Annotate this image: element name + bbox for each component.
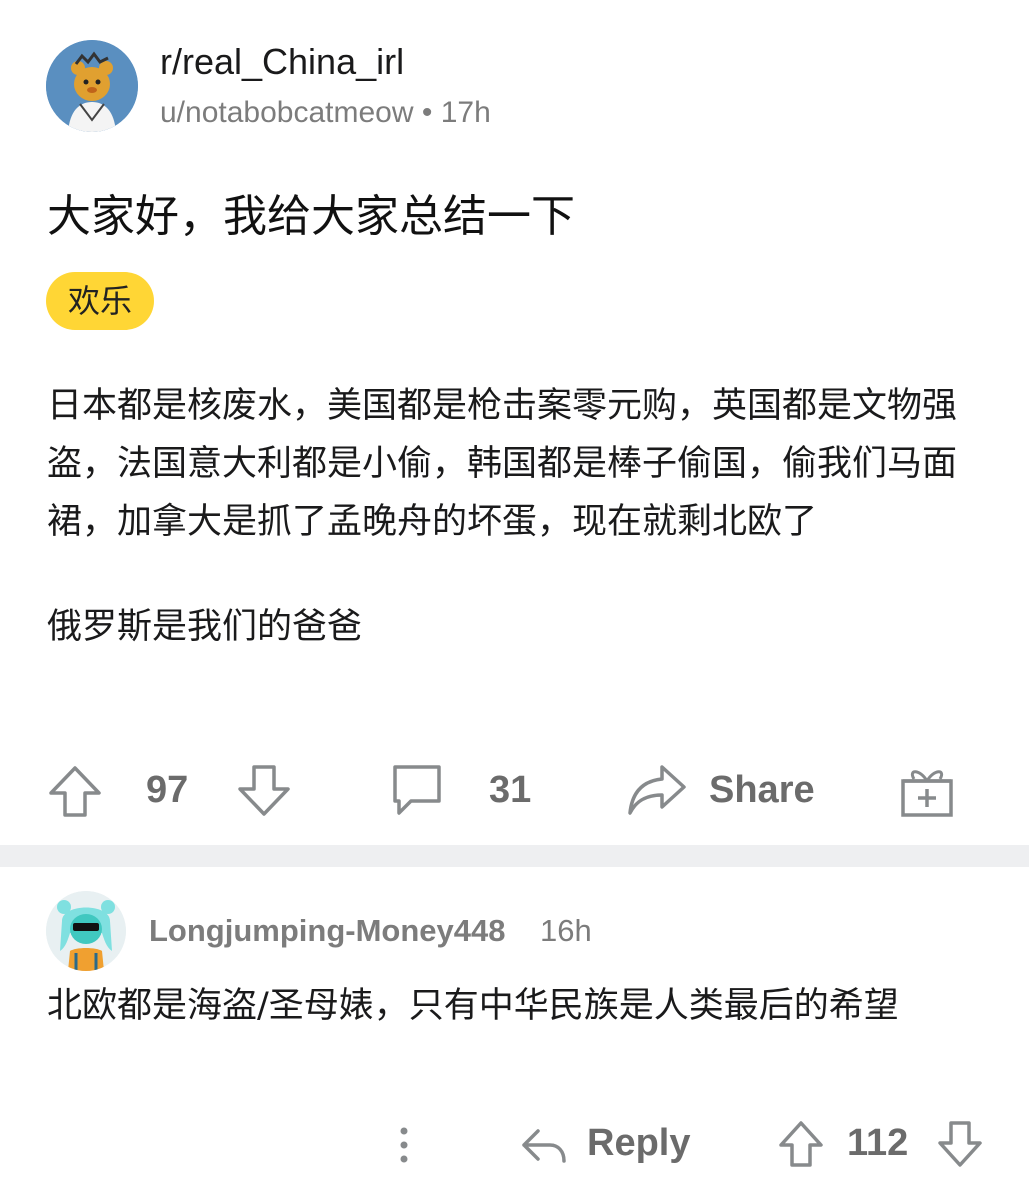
post-author[interactable]: u/notabobcatmeow	[160, 96, 414, 129]
avatar-illustration	[46, 40, 138, 132]
section-divider	[0, 845, 1029, 867]
reply-icon[interactable]	[518, 1125, 568, 1169]
post-score: 97	[146, 769, 189, 811]
post-body-paragraph: 日本都是核废水，美国都是枪击案零元购，英国都是文物强盗，法国意大利都是小偷，韩国…	[47, 386, 958, 542]
post-flair[interactable]: 欢乐	[46, 272, 155, 330]
comment-action-bar: Reply 112	[0, 1117, 1029, 1177]
post-card: r/real_China_irl u/notabobcatmeow • 17h …	[0, 0, 1029, 845]
subreddit-avatar[interactable]	[46, 40, 138, 132]
post-age: 17h	[440, 96, 491, 129]
more-options-icon[interactable]	[392, 1125, 416, 1169]
upvote-icon[interactable]	[778, 1119, 824, 1169]
commenter-avatar-illustration	[46, 891, 126, 971]
meta-separator: •	[421, 96, 433, 129]
share-icon[interactable]	[626, 761, 688, 819]
post-body-paragraph: 俄罗斯是我们的爸爸	[47, 607, 363, 647]
comment-author[interactable]: Longjumping-Money448	[149, 911, 506, 951]
comment-card: Longjumping-Money448 16h 北欧都是海盗/圣母婊，只有中华…	[0, 867, 1029, 1200]
post-title: 大家好，我给大家总结一下	[47, 191, 575, 242]
post-body: 日本都是核废水，美国都是枪击案零元购，英国都是文物强盗，法国意大利都是小偷，韩国…	[47, 377, 982, 656]
subreddit-name[interactable]: r/real_China_irl	[160, 40, 404, 84]
comment-age: 16h	[540, 913, 592, 948]
post-action-bar: 97 31 Share	[0, 755, 1029, 825]
commenter-avatar[interactable]	[46, 891, 126, 971]
comment-icon[interactable]	[389, 761, 445, 819]
comment-score: 112	[847, 1122, 909, 1164]
reply-button[interactable]: Reply	[587, 1113, 690, 1173]
comment-count[interactable]: 31	[489, 755, 531, 825]
comment-body: 北欧都是海盗/圣母婊，只有中华民族是人类最后的希望	[47, 986, 899, 1026]
downvote-icon[interactable]	[236, 763, 292, 819]
post-meta: u/notabobcatmeow • 17h	[160, 93, 491, 133]
award-icon[interactable]	[898, 761, 956, 819]
downvote-icon[interactable]	[937, 1119, 983, 1169]
share-button[interactable]: Share	[709, 755, 815, 825]
upvote-icon[interactable]	[47, 763, 103, 819]
